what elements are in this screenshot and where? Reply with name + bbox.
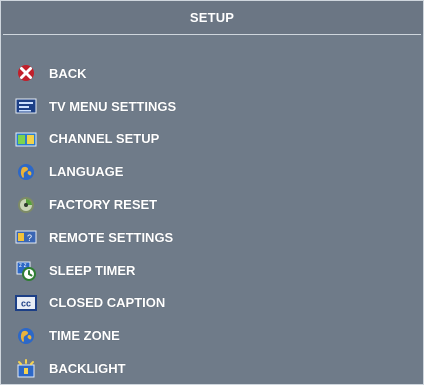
- menu-item-tv-menu-settings[interactable]: TV MENU SETTINGS: [1, 90, 423, 123]
- menu-item-backlight[interactable]: BACKLIGHT: [1, 352, 423, 385]
- setup-screen: SETUP BACK TV MENU SETTINGS CHANNEL SETU…: [0, 0, 424, 385]
- reset-icon: [15, 195, 37, 215]
- globe-icon: [15, 162, 37, 182]
- menu-item-factory-reset[interactable]: FACTORY RESET: [1, 188, 423, 221]
- menu-item-label: CHANNEL SETUP: [49, 131, 160, 147]
- globe-icon: [15, 326, 37, 346]
- menu-item-remote-settings[interactable]: ? REMOTE SETTINGS: [1, 221, 423, 254]
- menu-item-label: REMOTE SETTINGS: [49, 229, 174, 245]
- setup-menu: BACK TV MENU SETTINGS CHANNEL SETUP LANG…: [1, 57, 423, 385]
- menu-item-language[interactable]: LANGUAGE: [1, 155, 423, 188]
- menu-item-label: FACTORY RESET: [49, 197, 158, 213]
- menu-item-back[interactable]: BACK: [1, 57, 423, 90]
- menu-item-label: BACKLIGHT: [49, 361, 126, 377]
- menu-item-label: BACK: [49, 65, 87, 81]
- cc-icon: cc: [15, 293, 37, 313]
- menu-item-label: SLEEP TIMER: [49, 262, 136, 278]
- backlight-icon: [15, 358, 37, 379]
- menu-item-time-zone[interactable]: TIME ZONE: [1, 319, 423, 352]
- header-divider: [3, 34, 421, 35]
- svg-text:cc: cc: [21, 298, 31, 308]
- tv-menu-icon: [15, 96, 37, 116]
- menu-item-label: LANGUAGE: [49, 164, 124, 180]
- menu-item-closed-caption[interactable]: cc CLOSED CAPTION: [1, 287, 423, 320]
- menu-item-label: TIME ZONE: [49, 328, 120, 344]
- sleep-timer-icon: z z: [15, 260, 37, 282]
- remote-icon: ?: [15, 227, 37, 247]
- menu-item-sleep-timer[interactable]: z z SLEEP TIMER: [1, 254, 423, 287]
- menu-title: SETUP: [189, 10, 235, 25]
- close-icon: [15, 63, 37, 83]
- menu-header: SETUP: [1, 1, 423, 34]
- svg-text:?: ?: [27, 233, 32, 243]
- menu-item-label: CLOSED CAPTION: [49, 295, 166, 311]
- menu-item-channel-setup[interactable]: CHANNEL SETUP: [1, 123, 423, 156]
- menu-item-label: TV MENU SETTINGS: [49, 98, 177, 114]
- channel-setup-icon: [15, 129, 37, 149]
